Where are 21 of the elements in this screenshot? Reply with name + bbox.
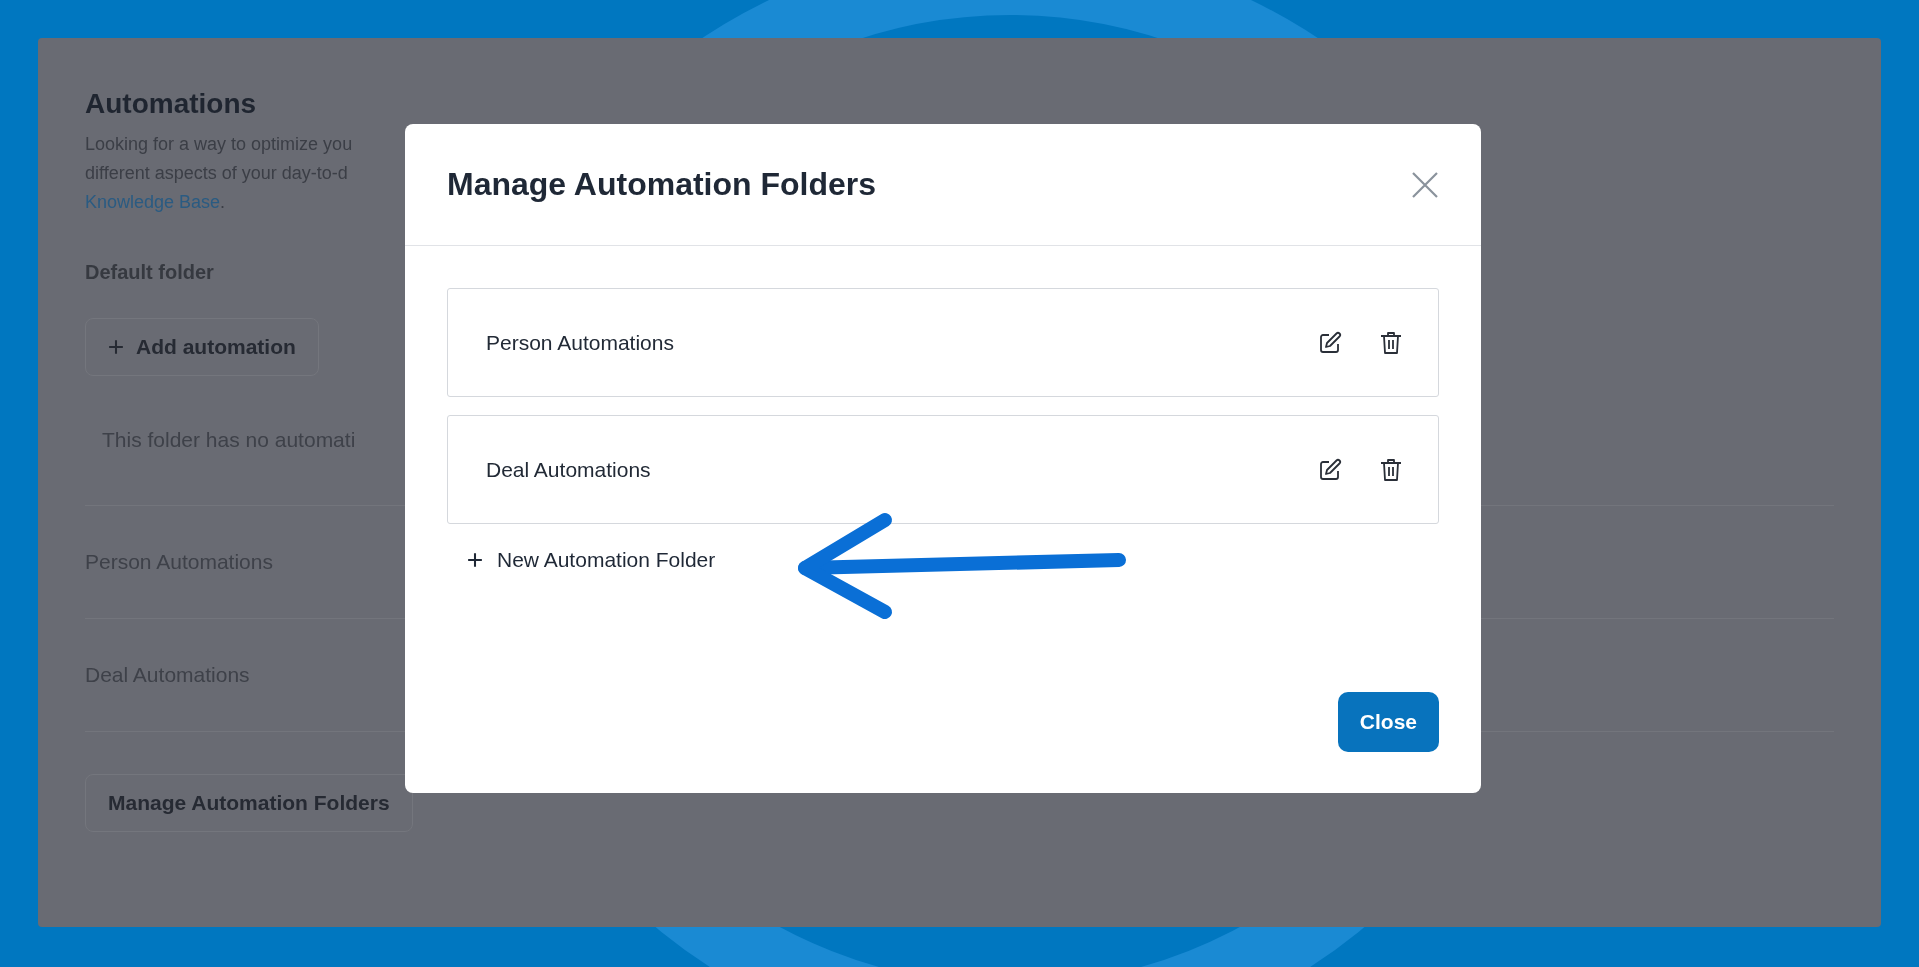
knowledge-base-link[interactable]: Knowledge Base [85, 192, 221, 212]
close-button[interactable] [1411, 170, 1439, 199]
pencil-icon [1318, 457, 1342, 482]
delete-button[interactable] [1380, 457, 1402, 482]
manage-folders-button[interactable]: Manage Automation Folders [85, 774, 413, 832]
pencil-icon [1318, 330, 1342, 355]
dialog-title: Manage Automation Folders [447, 166, 877, 203]
trash-icon [1380, 457, 1402, 482]
plus-icon [108, 339, 124, 355]
add-automation-button[interactable]: Add automation [85, 318, 319, 376]
edit-button[interactable] [1318, 457, 1342, 482]
delete-button[interactable] [1380, 330, 1402, 355]
new-folder-button[interactable]: New Automation Folder [467, 542, 716, 578]
close-dialog-button[interactable]: Close [1337, 692, 1439, 752]
folder-name: Deal Automations [486, 457, 652, 482]
folder-name: Person Automations [486, 330, 675, 355]
plus-icon [467, 552, 483, 568]
close-icon [1411, 170, 1439, 199]
trash-icon [1380, 330, 1402, 355]
edit-button[interactable] [1318, 330, 1342, 355]
page-title: Automations [85, 88, 258, 120]
